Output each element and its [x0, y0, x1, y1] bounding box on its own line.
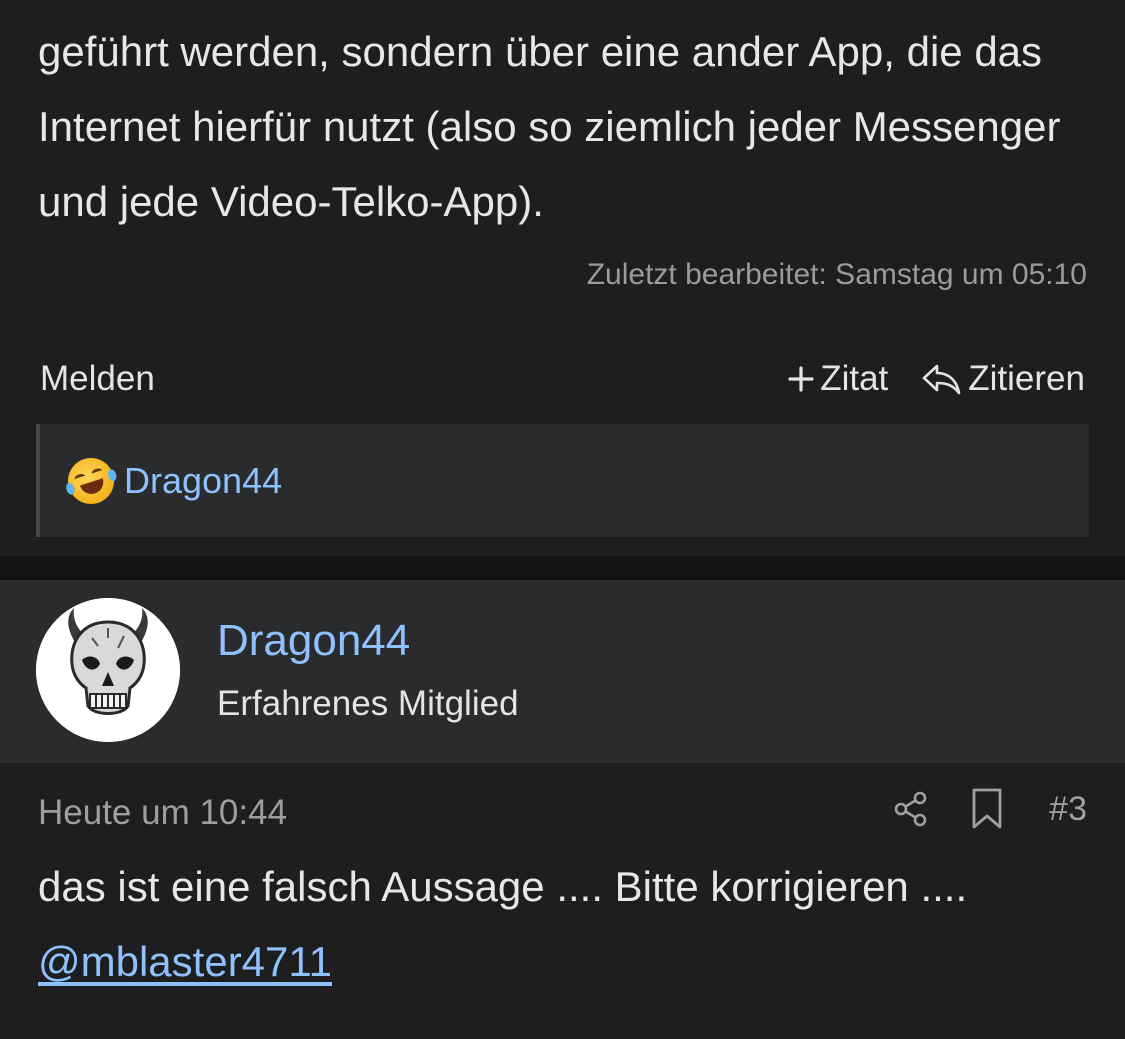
avatar[interactable] — [36, 598, 180, 742]
post-date[interactable]: Heute um 10:44 — [38, 793, 287, 833]
add-quote-button[interactable]: Zitat — [788, 359, 888, 399]
report-link[interactable]: Melden — [40, 359, 155, 399]
post-actions-bar: Melden Zitat Zitieren — [0, 355, 1125, 405]
user-mention-link[interactable]: @mblaster4711 — [38, 938, 332, 985]
post-author-header: Dragon44 Erfahrenes Mitglied — [0, 580, 1125, 763]
post-3: Heute um 10:44 #3 das ist eine falsch Au… — [0, 763, 1125, 1039]
laughing-emoji-icon — [62, 451, 120, 510]
post-number-link[interactable]: #3 — [1049, 790, 1087, 829]
plus-icon — [788, 366, 814, 392]
share-button[interactable] — [891, 789, 931, 829]
post-tools: #3 — [891, 787, 1087, 831]
bookmark-icon — [972, 788, 1002, 829]
author-username-link[interactable]: Dragon44 — [217, 616, 410, 666]
add-quote-label: Zitat — [820, 359, 889, 398]
post-divider — [0, 556, 1125, 580]
post-body: geführt werden, sondern über eine ander … — [38, 28, 1061, 225]
reactions-bar[interactable]: Dragon44 — [36, 424, 1089, 537]
bookmark-button[interactable] — [969, 787, 1005, 831]
reaction-user-link[interactable]: Dragon44 — [124, 460, 282, 502]
thread-page: geführt werden, sondern über eine ander … — [0, 0, 1125, 1039]
reply-icon — [922, 364, 961, 395]
post-body: das ist eine falsch Aussage .... Bitte k… — [38, 849, 1098, 999]
author-rank: Erfahrenes Mitglied — [217, 684, 519, 723]
reply-quote-button[interactable]: Zitieren — [920, 359, 1085, 399]
share-icon — [894, 791, 927, 827]
post-body-text: das ist eine falsch Aussage .... Bitte k… — [38, 863, 968, 910]
skull-avatar-icon — [36, 598, 180, 742]
reply-quote-label: Zitieren — [968, 359, 1085, 398]
last-edited-note: Zuletzt bearbeitet: Samstag um 05:10 — [586, 258, 1087, 291]
post-actions-right: Zitat Zitieren — [788, 359, 1085, 399]
previous-post: geführt werden, sondern über eine ander … — [0, 0, 1125, 556]
